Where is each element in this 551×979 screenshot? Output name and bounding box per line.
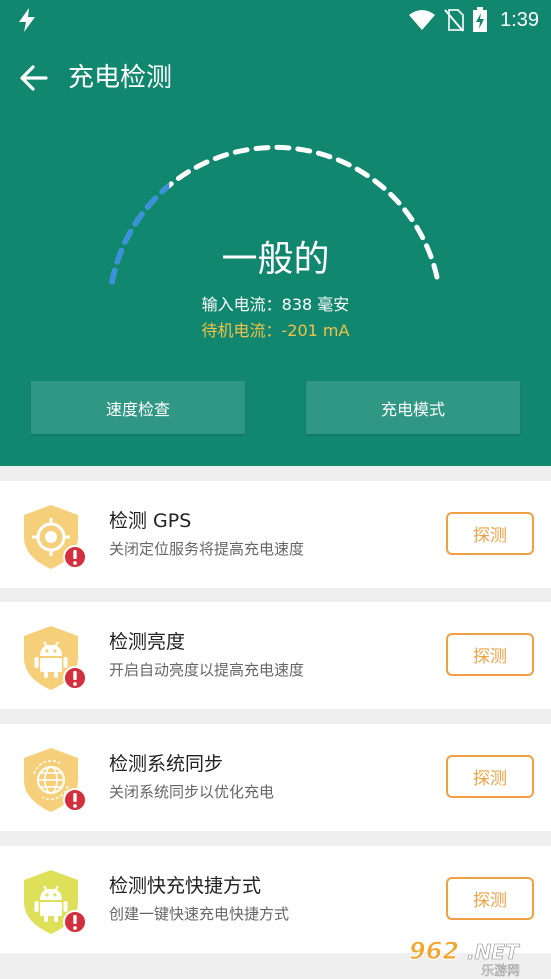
check-description: 关闭系统同步以优化充电	[109, 783, 275, 801]
header-panel: 1:39 充电检测 一般的 输入电流：838 毫安 待机电流：-201 mA 速…	[0, 0, 551, 466]
standby-current-reading: 待机电流：-201 mA	[201, 321, 350, 340]
check-description: 关闭定位服务将提高充电速度	[109, 540, 305, 558]
check-card-gps: 检测 GPS 关闭定位服务将提高充电速度 探测	[0, 481, 551, 588]
check-title: 检测快充快捷方式	[109, 875, 262, 897]
check-description: 开启自动亮度以提高充电速度	[109, 661, 305, 679]
speed-check-button[interactable]: 速度检查	[31, 381, 245, 434]
check-title: 检测系统同步	[109, 753, 224, 775]
watermark-logo: 962 .NET 乐游网	[409, 937, 521, 978]
no-sim-icon	[444, 9, 465, 32]
android-icon	[24, 626, 87, 690]
page-title: 充电检测	[68, 63, 173, 93]
detect-gps-button[interactable]: 探测	[446, 512, 534, 555]
gps-target-icon	[24, 505, 87, 569]
status-time: 1:39	[500, 8, 539, 31]
android-icon	[24, 870, 87, 934]
wifi-icon	[409, 10, 436, 30]
svg-text:乐游网: 乐游网	[481, 964, 520, 977]
check-title: 检测 GPS	[109, 510, 192, 532]
charge-mode-button[interactable]: 充电模式	[306, 381, 520, 434]
check-card-sync: 检测系统同步 关闭系统同步以优化充电 探测	[0, 724, 551, 831]
detect-brightness-button[interactable]: 探测	[446, 633, 534, 676]
battery-charging-icon	[473, 7, 488, 32]
svg-text:.NET: .NET	[467, 940, 520, 964]
detect-sync-button[interactable]: 探测	[446, 755, 534, 798]
app-bar: 充电检测	[0, 50, 551, 106]
status-bar: 1:39	[0, 0, 551, 40]
detect-shortcut-button[interactable]: 探测	[446, 877, 534, 920]
charge-status: 一般的	[221, 239, 330, 280]
globe-sync-icon	[24, 748, 87, 812]
svg-text:962: 962	[409, 937, 459, 965]
check-description: 创建一键快速充电快捷方式	[109, 905, 290, 923]
check-title: 检测亮度	[109, 631, 186, 653]
arrow-left-icon[interactable]	[18, 62, 50, 94]
input-current-reading: 输入电流：838 毫安	[201, 295, 350, 314]
bolt-icon	[19, 8, 35, 32]
check-card-brightness: 检测亮度 开启自动亮度以提高充电速度 探测	[0, 602, 551, 709]
